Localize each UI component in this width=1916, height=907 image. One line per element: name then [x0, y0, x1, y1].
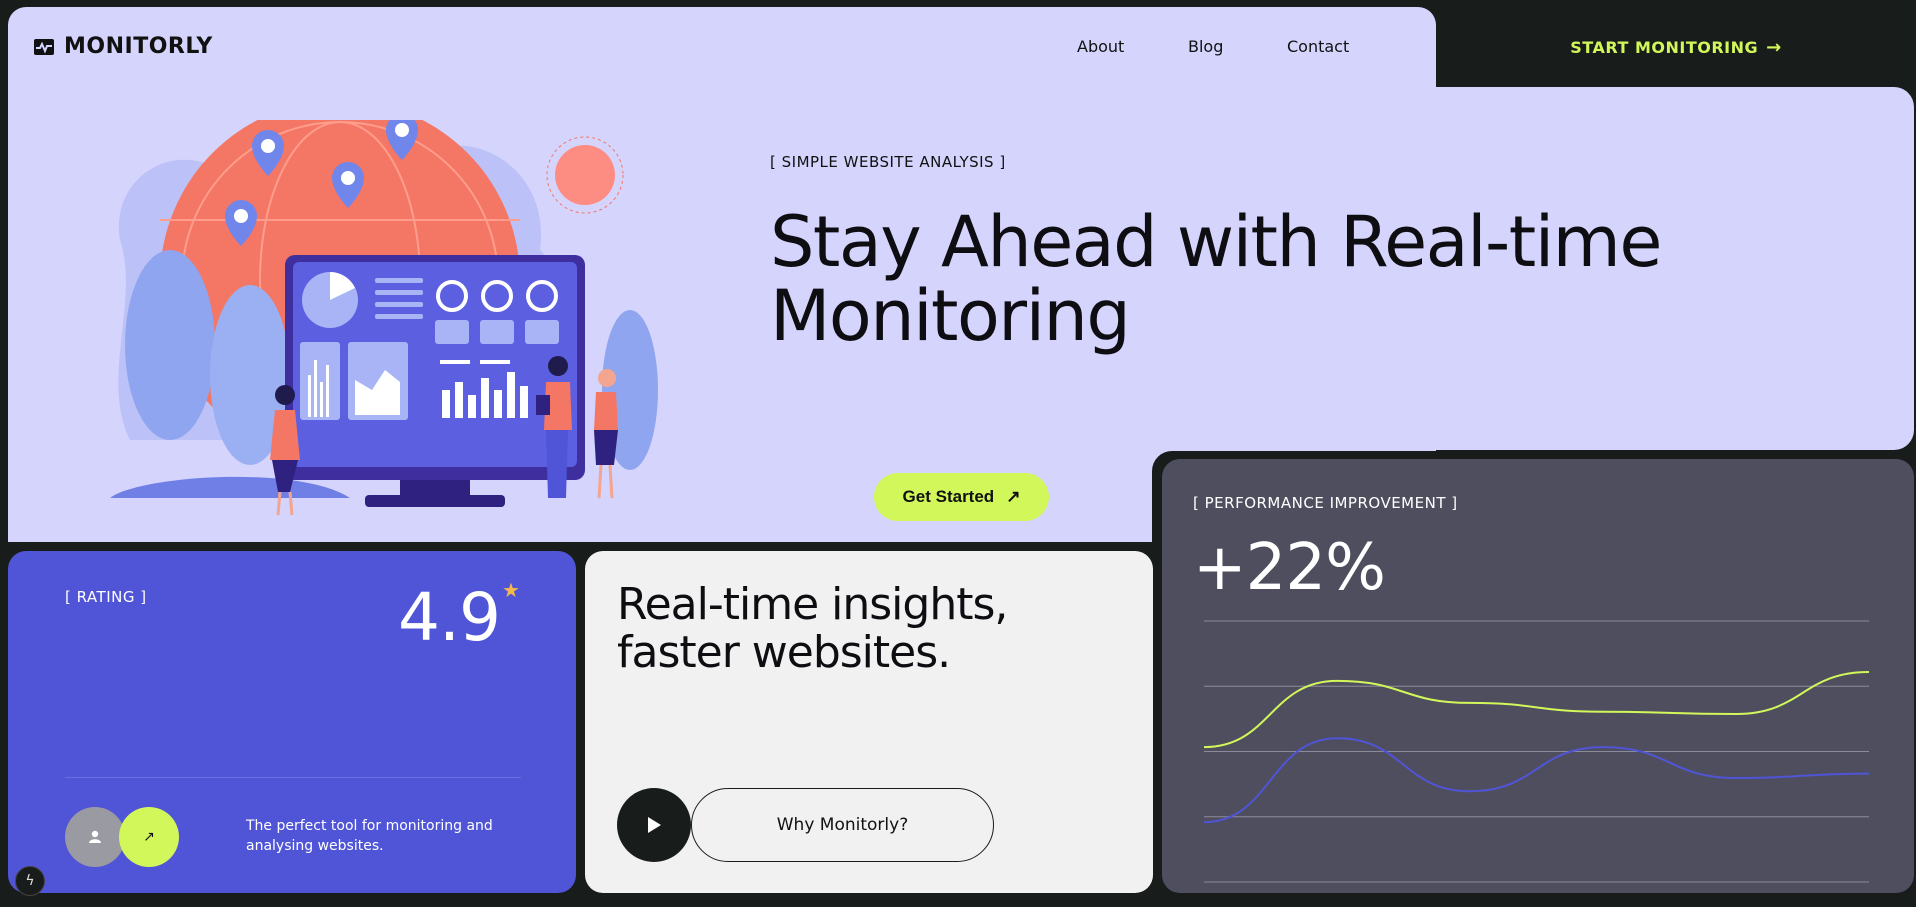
rating-divider	[65, 777, 521, 778]
play-icon	[648, 817, 661, 833]
hero-headline-line2: Monitoring	[770, 275, 1131, 357]
insights-card: Real-time insights, faster websites. Why…	[585, 551, 1153, 893]
dashboard-illustration	[110, 120, 658, 516]
chart-series-line-2	[1204, 737, 1869, 824]
arrow-up-right-icon: ↗	[143, 829, 155, 845]
hero-headline-line1: Stay Ahead with Real-time	[770, 201, 1662, 283]
nav-blog[interactable]: Blog	[1188, 37, 1223, 56]
insights-title: Real-time insights, faster websites.	[617, 579, 1008, 678]
pulse-icon	[34, 38, 54, 55]
performance-label: [ PERFORMANCE IMPROVEMENT ]	[1193, 494, 1458, 512]
arrow-right-icon: →	[1766, 36, 1782, 58]
insights-title-line2: faster websites.	[617, 627, 951, 678]
rating-label: [ RATING ]	[65, 588, 147, 606]
user-icon	[89, 830, 101, 843]
start-monitoring-label: START MONITORING	[1570, 37, 1759, 57]
user-avatar	[65, 807, 125, 867]
arrow-up-right-icon: ↗	[1006, 487, 1021, 506]
why-monitorly-button[interactable]: Why Monitorly?	[691, 788, 994, 862]
chart-series-line-1	[1204, 671, 1869, 749]
insights-title-line1: Real-time insights,	[617, 579, 1008, 630]
performance-value: +22%	[1193, 531, 1386, 605]
rating-description: The perfect tool for monitoring and anal…	[246, 818, 493, 854]
bolt-icon[interactable]: ϟ	[15, 866, 45, 896]
hero-eyebrow: [ SIMPLE WEBSITE ANALYSIS ]	[770, 153, 1006, 171]
play-button[interactable]	[617, 788, 691, 862]
rating-arrow-button[interactable]: ↗	[119, 807, 179, 867]
rating-card: [ RATING ] 4.9 ★ ↗ The perfect tool for …	[8, 551, 576, 893]
performance-chart	[1204, 620, 1869, 883]
get-started-label: Get Started	[902, 487, 995, 506]
rating-value: 4.9	[398, 579, 501, 656]
get-started-button[interactable]: Get Started ↗	[874, 473, 1049, 521]
logo-text: MONITORLY	[64, 34, 213, 59]
hero-headline: Stay Ahead with Real-time Monitoring	[770, 201, 1662, 357]
star-icon: ★	[502, 578, 520, 602]
nav-contact[interactable]: Contact	[1287, 37, 1349, 56]
performance-card: [ PERFORMANCE IMPROVEMENT ] +22%	[1162, 459, 1914, 893]
start-monitoring-button[interactable]: START MONITORING →	[1436, 7, 1916, 87]
logo[interactable]: MONITORLY	[34, 34, 213, 59]
nav-about[interactable]: About	[1077, 37, 1124, 56]
